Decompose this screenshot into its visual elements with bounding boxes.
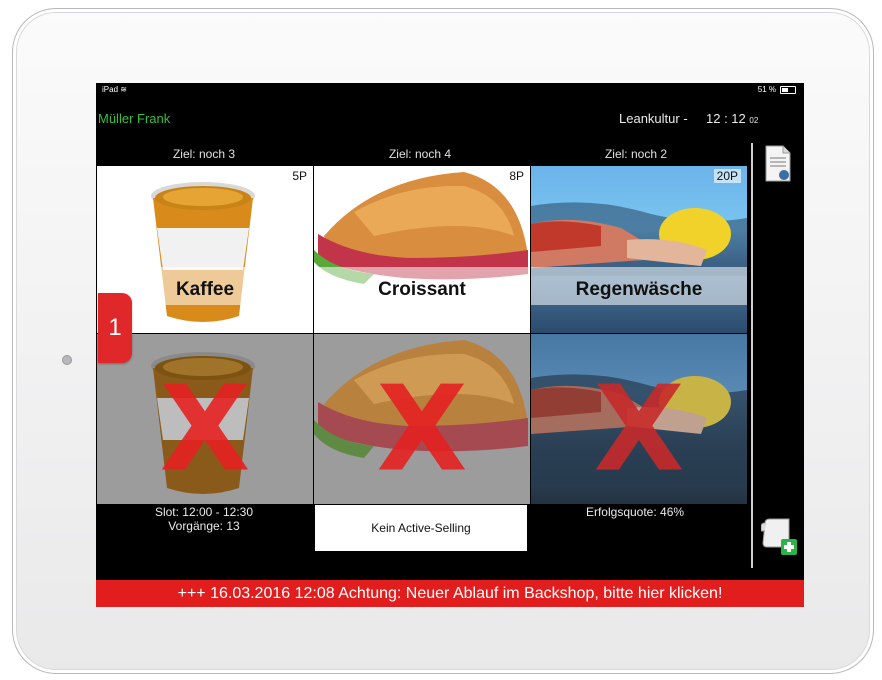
slot-badge[interactable]: 1	[98, 293, 132, 363]
croissant-image	[314, 172, 528, 284]
clock: 12 : 12 02	[706, 111, 759, 126]
cross-mark-icon: X	[593, 359, 685, 498]
stats-row: Slot: 12:00 - 12:30 Vorgänge: 13 Kein Ac…	[96, 505, 746, 555]
car-wash-image	[531, 202, 747, 276]
product-tile-regenwaesche[interactable]: 20P Regenwäsche	[531, 166, 747, 333]
camera-dot	[62, 355, 72, 365]
battery-icon	[780, 85, 796, 94]
process-count: Vorgänge: 13	[168, 519, 240, 533]
document-icon[interactable]	[764, 145, 792, 183]
target-regenwaesche: Ziel: noch 2	[604, 147, 668, 161]
slot-time: Slot: 12:00 - 12:30	[154, 505, 254, 519]
app-screen: iPad ≋ 51 % Müller Frank Leankultur - 12…	[96, 83, 804, 607]
points-croissant: 8P	[509, 169, 524, 183]
news-ticker[interactable]: +++ 16.03.2016 12:08 Achtung: Neuer Abla…	[96, 580, 804, 607]
points-regenwaesche: 20P	[713, 169, 741, 183]
active-selling-button[interactable]: Kein Active-Selling	[315, 505, 527, 551]
add-note-icon[interactable]	[761, 517, 799, 559]
success-rate: Erfolgsquote: 46%	[585, 505, 685, 519]
org-name: Leankultur -	[619, 111, 688, 126]
wifi-icon: ≋	[120, 85, 127, 94]
points-kaffee: 5P	[292, 169, 307, 183]
product-name-regenwaesche: Regenwäsche	[575, 279, 703, 300]
cross-mark-icon: X	[159, 359, 251, 498]
slot-info: Slot: 12:00 - 12:30 Vorgänge: 13	[96, 505, 312, 555]
target-croissant: Ziel: noch 4	[388, 147, 452, 161]
sidebar-divider	[751, 143, 753, 568]
target-kaffee: Ziel: noch 3	[172, 147, 236, 161]
crossed-tile-regenwaesche[interactable]: X	[531, 334, 747, 504]
product-grid: 5P Kaffee 8P Croissant 20P Regenwäsche X…	[97, 166, 747, 504]
product-tile-croissant[interactable]: 8P Croissant	[314, 166, 530, 333]
status-bar: iPad ≋ 51 %	[96, 83, 804, 97]
product-name-croissant: Croissant	[378, 279, 466, 300]
device-label: iPad ≋	[102, 85, 127, 94]
target-row: Ziel: noch 3 Ziel: noch 4 Ziel: noch 2	[96, 147, 744, 165]
battery-indicator: 51 %	[758, 85, 796, 94]
crossed-tile-croissant[interactable]: X	[314, 334, 530, 504]
cross-mark-icon: X	[376, 359, 468, 498]
user-name: Müller Frank	[98, 111, 171, 126]
